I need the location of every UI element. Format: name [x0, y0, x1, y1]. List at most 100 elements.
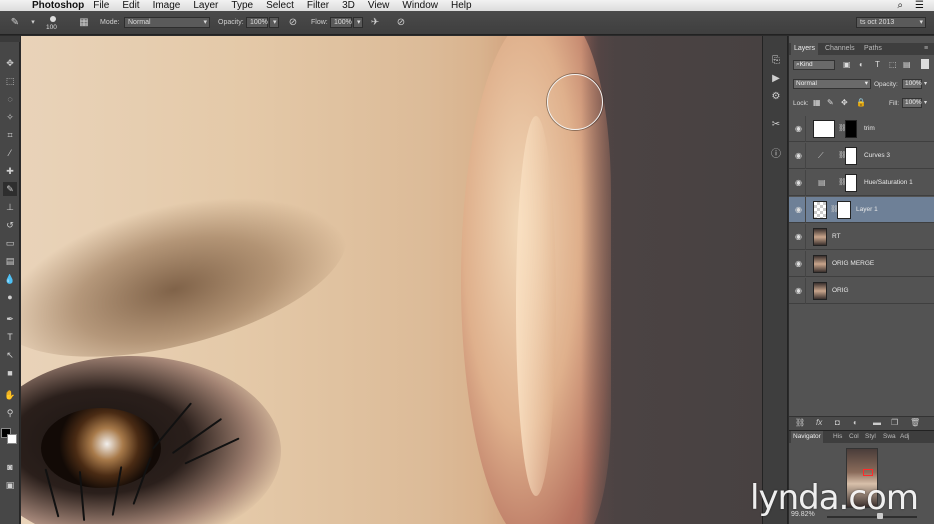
- layer-row-orig[interactable]: ◉ ORIG: [789, 278, 934, 304]
- app-menu[interactable]: Photoshop: [32, 0, 84, 11]
- layer-row-layer-1[interactable]: ◉ ⛓ Layer 1: [789, 197, 934, 223]
- brush-preset-picker[interactable]: 100: [44, 14, 64, 32]
- brush-tool-icon[interactable]: ✎: [3, 182, 17, 196]
- tab-layers[interactable]: Layers: [791, 43, 819, 55]
- new-layer-icon[interactable]: ❐: [891, 418, 898, 427]
- brush-panel-icon[interactable]: ▦: [77, 16, 91, 30]
- menu-help[interactable]: Help: [451, 0, 472, 11]
- brush-tool-icon[interactable]: ✎: [8, 16, 22, 30]
- lock-all-icon[interactable]: 🔒: [856, 98, 866, 107]
- properties-panel-icon[interactable]: ⚙: [768, 90, 784, 104]
- eye-icon[interactable]: ◉: [795, 286, 802, 295]
- history-panel-icon[interactable]: ⎘: [768, 54, 784, 68]
- airbrush-icon[interactable]: ✈: [368, 16, 382, 30]
- layer-row-orig-merge[interactable]: ◉ ORIG MERGE: [789, 251, 934, 277]
- gradient-tool-icon[interactable]: ▤: [3, 254, 17, 268]
- pressure-opacity-icon[interactable]: ⊘: [286, 16, 300, 30]
- opacity-slider-toggle[interactable]: ▾: [269, 17, 279, 28]
- background-color-swatch[interactable]: [7, 434, 17, 444]
- lock-image-icon[interactable]: ✎: [827, 98, 834, 107]
- spotlight-search-icon[interactable]: ⌕: [897, 0, 903, 11]
- filter-smart-object-icon[interactable]: ▤: [903, 60, 911, 69]
- layer-style-icon[interactable]: fx: [816, 418, 822, 427]
- tab-styles[interactable]: Styl: [863, 431, 878, 443]
- layer-mask-thumbnail[interactable]: [845, 174, 857, 192]
- add-mask-icon[interactable]: ◘: [835, 418, 840, 427]
- menu-3d[interactable]: 3D: [342, 0, 355, 11]
- tab-history[interactable]: His: [831, 431, 844, 443]
- layer-mask-thumbnail[interactable]: [837, 201, 851, 219]
- tab-adjustments[interactable]: Adj: [898, 431, 911, 443]
- view-proxy-box[interactable]: [863, 469, 873, 476]
- menu-edit[interactable]: Edit: [122, 0, 139, 11]
- tab-channels[interactable]: Channels: [822, 43, 858, 55]
- eye-icon[interactable]: ◉: [795, 259, 802, 268]
- eye-icon[interactable]: ◉: [795, 124, 802, 133]
- info-panel-icon[interactable]: ⓘ: [768, 148, 784, 162]
- notification-list-icon[interactable]: ☰: [915, 0, 924, 11]
- crop-tool-icon[interactable]: ⌗: [3, 128, 17, 142]
- lock-position-icon[interactable]: ✥: [841, 98, 848, 107]
- fill-input[interactable]: 100%: [902, 98, 922, 108]
- tab-navigator[interactable]: Navigator: [791, 431, 823, 443]
- hand-tool-icon[interactable]: ✋: [3, 388, 17, 402]
- eye-icon[interactable]: ◉: [795, 232, 802, 241]
- panel-menu-icon[interactable]: ≡: [921, 43, 931, 55]
- new-group-icon[interactable]: ▬: [873, 418, 881, 427]
- history-brush-tool-icon[interactable]: ↺: [3, 218, 17, 232]
- document-canvas[interactable]: [21, 36, 762, 524]
- adjustment-layer-icon[interactable]: ◐: [853, 418, 858, 427]
- tab-swatches[interactable]: Swa: [881, 431, 898, 443]
- chevron-down-icon[interactable]: ▾: [924, 80, 927, 87]
- menu-view[interactable]: View: [368, 0, 390, 11]
- trash-icon[interactable]: 🗑: [910, 418, 920, 427]
- clone-stamp-tool-icon[interactable]: ⊥: [3, 200, 17, 214]
- filter-toggle-switch[interactable]: [921, 59, 929, 69]
- filter-type-icon[interactable]: T: [875, 60, 880, 69]
- zoom-tool-icon[interactable]: ⚲: [3, 406, 17, 420]
- blur-tool-icon[interactable]: 💧: [3, 272, 17, 286]
- opacity-input[interactable]: 100%: [246, 17, 268, 28]
- quick-mask-icon[interactable]: ◙: [3, 460, 17, 474]
- lock-transparent-icon[interactable]: ▦: [813, 98, 821, 107]
- filter-shape-icon[interactable]: ⬚: [889, 60, 897, 69]
- layer-row-hue-saturation-1[interactable]: ◉ ▤ ⛓ Hue/Saturation 1: [789, 170, 934, 196]
- link-layers-icon[interactable]: ⛓: [795, 418, 805, 427]
- eye-icon[interactable]: ◉: [795, 151, 802, 160]
- menu-select[interactable]: Select: [266, 0, 294, 11]
- flow-slider-toggle[interactable]: ▾: [353, 17, 363, 28]
- layer-mask-thumbnail[interactable]: [845, 147, 857, 165]
- tab-paths[interactable]: Paths: [861, 43, 885, 55]
- layer-row-trim[interactable]: ◉ ⛓ trim: [789, 116, 934, 142]
- eraser-tool-icon[interactable]: ▭: [3, 236, 17, 250]
- menu-window[interactable]: Window: [402, 0, 438, 11]
- panel-grip[interactable]: [0, 36, 20, 42]
- lasso-tool-icon[interactable]: ◌: [3, 92, 17, 106]
- layer-opacity-input[interactable]: 100%: [902, 79, 922, 89]
- mode-select[interactable]: Normal ▾: [124, 17, 210, 28]
- chevron-down-icon[interactable]: ▾: [924, 99, 927, 106]
- layer-filter-kind[interactable]: ⌕Kind: [793, 60, 835, 70]
- workspace-switcher[interactable]: ts oct 2013 ▾: [856, 17, 926, 28]
- menu-filter[interactable]: Filter: [307, 0, 329, 11]
- brush-presets-panel-icon[interactable]: ✂: [768, 118, 784, 132]
- menu-type[interactable]: Type: [231, 0, 253, 11]
- rectangle-tool-icon[interactable]: ■: [3, 366, 17, 380]
- flow-input[interactable]: 100%: [330, 17, 352, 28]
- eyedropper-tool-icon[interactable]: ⁄: [3, 146, 17, 160]
- screen-mode-icon[interactable]: ▣: [3, 478, 17, 492]
- tab-color[interactable]: Col: [847, 431, 861, 443]
- layer-row-curves-3[interactable]: ◉ ⟋ ⛓ Curves 3: [789, 143, 934, 169]
- chevron-down-icon[interactable]: ▾: [26, 16, 40, 30]
- healing-brush-tool-icon[interactable]: ✚: [3, 164, 17, 178]
- layer-mask-thumbnail[interactable]: [845, 120, 857, 138]
- actions-panel-icon[interactable]: ▶: [768, 72, 784, 86]
- menu-image[interactable]: Image: [153, 0, 181, 11]
- pressure-size-icon[interactable]: ⊘: [394, 16, 408, 30]
- filter-adjustment-icon[interactable]: ◐: [859, 60, 864, 69]
- move-tool-icon[interactable]: ✥: [3, 56, 17, 70]
- pen-tool-icon[interactable]: ✒: [3, 312, 17, 326]
- menu-file[interactable]: File: [93, 0, 109, 11]
- path-selection-tool-icon[interactable]: ↖: [3, 348, 17, 362]
- type-tool-icon[interactable]: T: [3, 330, 17, 344]
